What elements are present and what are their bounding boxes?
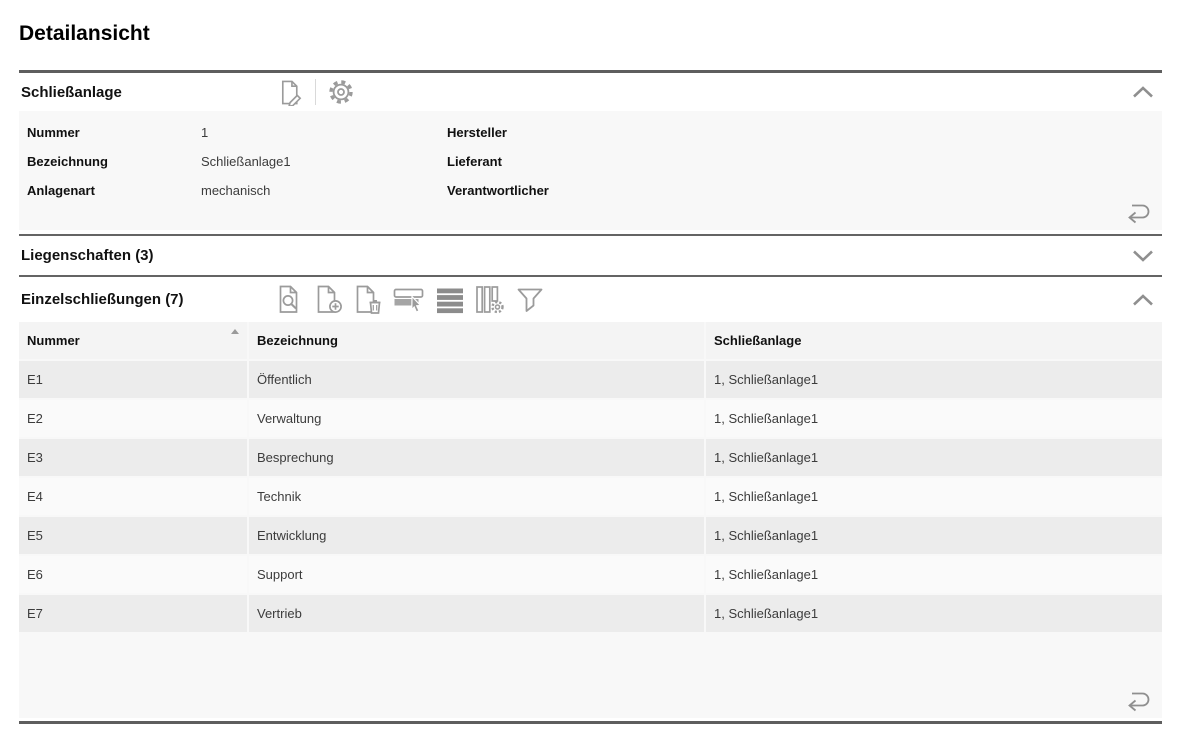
cell-bezeichnung[interactable]: Technik: [249, 478, 704, 515]
settings-gear-icon: [327, 78, 355, 106]
filter-button[interactable]: [516, 286, 544, 314]
select-row-icon: [393, 286, 425, 314]
delete-record-button[interactable]: [354, 286, 382, 314]
toolbar-divider: [315, 79, 316, 105]
table-row[interactable]: E5 Entwicklung 1, Schließanlage1: [19, 517, 1162, 554]
cell-bezeichnung[interactable]: Entwicklung: [249, 517, 704, 554]
section-title: Liegenschaften (3): [19, 247, 154, 264]
table-header-row: Nummer Bezeichnung Schließanlage: [19, 322, 1162, 359]
view-document-icon: [277, 285, 303, 314]
field-label: Bezeichnung: [19, 154, 201, 169]
rows-icon: [436, 286, 464, 314]
select-row-button[interactable]: [393, 286, 425, 314]
page-title: Detailansicht: [19, 0, 1162, 48]
table-body: E1 Öffentlich 1, Schließanlage1 E2 Verwa…: [19, 361, 1162, 632]
cell-bezeichnung[interactable]: Support: [249, 556, 704, 593]
cell-bezeichnung[interactable]: Vertrieb: [249, 595, 704, 632]
detail-view-page: Detailansicht Schließanlage: [0, 0, 1181, 724]
schliessanlage-toolbar: [276, 78, 355, 106]
column-settings-button[interactable]: [475, 286, 505, 314]
expand-section-button[interactable]: [1132, 249, 1162, 263]
return-button[interactable]: [1120, 197, 1154, 226]
field-label: Nummer: [19, 125, 201, 140]
table-footer: [19, 634, 1162, 718]
section-header-schliessanlage: Schließanlage: [19, 73, 1162, 111]
add-record-button[interactable]: [315, 286, 343, 314]
cell-schliessanlage[interactable]: 1, Schließanlage1: [706, 556, 1162, 593]
return-arrow-icon: [1122, 199, 1152, 224]
section-header-einzelschliessungen: Einzelschließungen (7): [19, 277, 1162, 322]
section-title: Einzelschließungen (7): [19, 291, 184, 308]
cell-nummer[interactable]: E1: [19, 361, 247, 398]
chevron-up-icon: [1132, 293, 1154, 307]
cell-nummer[interactable]: E2: [19, 400, 247, 437]
cell-schliessanlage[interactable]: 1, Schließanlage1: [706, 439, 1162, 476]
cell-nummer[interactable]: E3: [19, 439, 247, 476]
einzelschliessungen-toolbar: [276, 286, 544, 314]
field-label: Hersteller: [439, 125, 739, 140]
chevron-up-icon: [1132, 85, 1154, 99]
field-label: Lieferant: [439, 154, 739, 169]
section-title: Schließanlage: [19, 84, 122, 101]
sort-ascending-icon: [231, 329, 239, 334]
column-header-schliessanlage[interactable]: Schließanlage: [706, 322, 1162, 359]
section-header-liegenschaften: Liegenschaften (3): [19, 236, 1162, 275]
table-row[interactable]: E2 Verwaltung 1, Schließanlage1: [19, 400, 1162, 437]
table-row[interactable]: E6 Support 1, Schließanlage1: [19, 556, 1162, 593]
cell-bezeichnung[interactable]: Verwaltung: [249, 400, 704, 437]
filter-icon: [516, 286, 544, 313]
return-button[interactable]: [1120, 685, 1154, 714]
cell-schliessanlage[interactable]: 1, Schließanlage1: [706, 478, 1162, 515]
table-row[interactable]: E7 Vertrieb 1, Schließanlage1: [19, 595, 1162, 632]
column-header-bezeichnung[interactable]: Bezeichnung: [249, 322, 704, 359]
table-row[interactable]: E4 Technik 1, Schließanlage1: [19, 478, 1162, 515]
divider: [19, 721, 1162, 724]
cell-nummer[interactable]: E6: [19, 556, 247, 593]
cell-nummer[interactable]: E7: [19, 595, 247, 632]
table-row[interactable]: E3 Besprechung 1, Schließanlage1: [19, 439, 1162, 476]
cell-schliessanlage[interactable]: 1, Schließanlage1: [706, 361, 1162, 398]
chevron-down-icon: [1132, 249, 1154, 263]
add-document-icon: [316, 285, 343, 314]
settings-button[interactable]: [327, 78, 355, 106]
cell-bezeichnung[interactable]: Besprechung: [249, 439, 704, 476]
field-value: mechanisch: [201, 183, 439, 198]
cell-schliessanlage[interactable]: 1, Schließanlage1: [706, 517, 1162, 554]
collapse-section-button[interactable]: [1132, 293, 1162, 307]
field-value: 1: [201, 125, 439, 140]
return-arrow-icon: [1122, 687, 1152, 712]
column-header-nummer[interactable]: Nummer: [19, 322, 247, 359]
column-settings-icon: [475, 285, 505, 314]
rows-button[interactable]: [436, 286, 464, 314]
cell-schliessanlage[interactable]: 1, Schließanlage1: [706, 400, 1162, 437]
edit-document-icon: [277, 79, 304, 106]
cell-schliessanlage[interactable]: 1, Schließanlage1: [706, 595, 1162, 632]
field-label: Anlagenart: [19, 183, 201, 198]
cell-nummer[interactable]: E4: [19, 478, 247, 515]
delete-document-icon: [355, 285, 382, 314]
edit-button[interactable]: [276, 78, 304, 106]
cell-bezeichnung[interactable]: Öffentlich: [249, 361, 704, 398]
field-label: Verantwortlicher: [439, 183, 739, 198]
view-record-button[interactable]: [276, 286, 304, 314]
cell-nummer[interactable]: E5: [19, 517, 247, 554]
table-row[interactable]: E1 Öffentlich 1, Schließanlage1: [19, 361, 1162, 398]
field-value: Schließanlage1: [201, 154, 439, 169]
collapse-section-button[interactable]: [1132, 85, 1162, 99]
einzelschliessungen-table: Nummer Bezeichnung Schließanlage E1 Öffe…: [19, 322, 1162, 718]
field-grid: Nummer 1 Hersteller Bezeichnung Schließa…: [19, 118, 1162, 205]
schliessanlage-details: Nummer 1 Hersteller Bezeichnung Schließa…: [19, 111, 1162, 230]
